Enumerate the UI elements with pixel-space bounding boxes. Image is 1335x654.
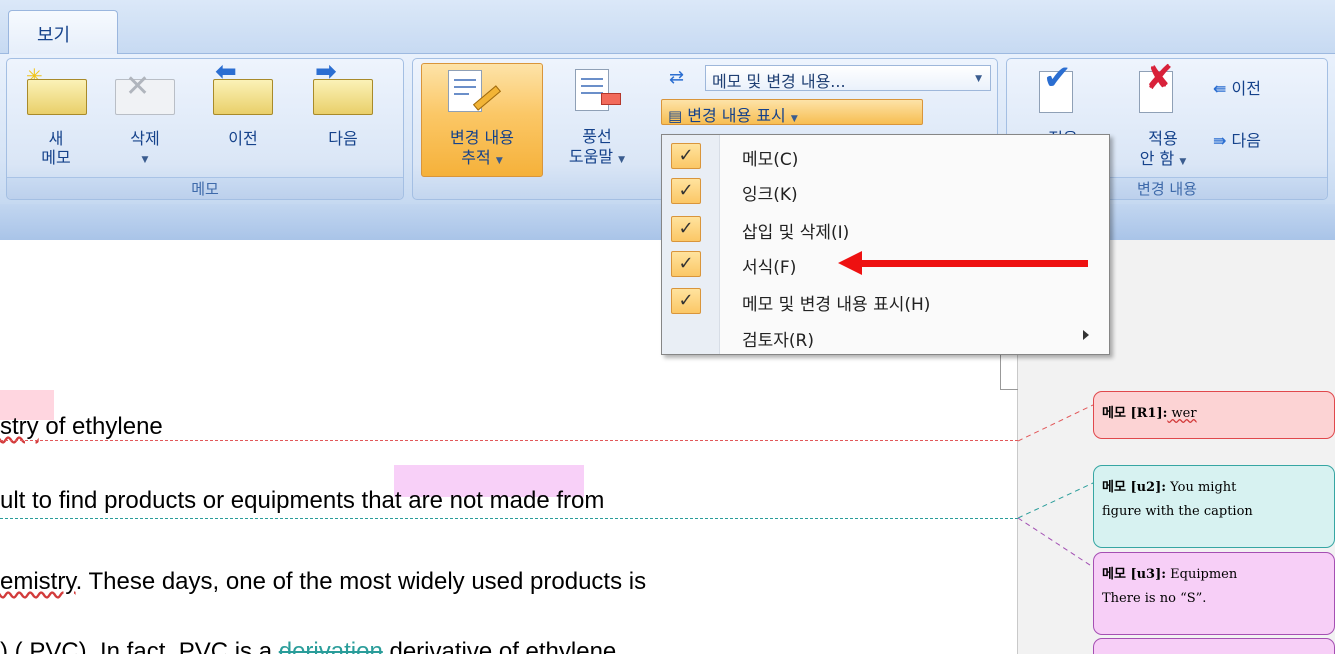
previous-memo-button[interactable]: ⬅ 이전 [203,59,283,167]
balloons-label-1: 풍선 [582,127,612,146]
doc-text: that are not made from [354,487,605,514]
deleted-text: derivation [278,638,383,654]
menu-item-label: 서식(F) [742,258,797,278]
balloon-marker-icon [601,93,621,105]
comment-tag: 메모 [u3]: [1102,567,1167,582]
display-for-review-combo[interactable]: 메모 및 변경 내용... ▼ [705,65,991,91]
chevron-down-icon: ▼ [141,155,149,165]
memo-group-label: 메모 [7,177,403,199]
ribbon-tab-bar: 보기 [0,0,1335,54]
comment-balloon-r1[interactable]: 메모 [R1]: wer [1093,391,1335,439]
menu-item-label: 메모(C) [742,150,799,170]
comment-text: Equipmen [1166,567,1238,582]
arrow-right-icon: ➡ [315,57,337,87]
doc-text: equipments [230,487,355,514]
new-memo-label-1: 새 [48,129,64,148]
doc-text: ) ( PVC). In fact, PVC is a [0,638,279,654]
reject-x-icon: ✘ [1145,58,1174,98]
track-changes-button[interactable]: 변경 내용 추적 ▼ [421,63,543,177]
checkmark-icon: ✓ [671,143,701,169]
word-window: 보기 ✳ 새 메모 ✕ 삭제 ▼ ⬅ 이전 ➡ 다음 메모 변경 내용 추적 ▼… [0,0,1335,654]
document-line-3: emistry. These days, one of the most wid… [0,568,646,596]
track-changes-label-1: 변경 내용 [450,128,514,147]
track-changes-label-2: 추적 [461,148,491,167]
comment-connectors-svg [1018,404,1094,568]
comment-text: figure with the caption [1102,504,1253,519]
checkmark-icon: ✓ [671,251,701,277]
next-memo-button[interactable]: ➡ 다음 [303,59,383,167]
chevron-down-icon: ▼ [618,155,626,165]
comment-text: wer [1167,406,1197,421]
comment-text: You might [1166,480,1237,495]
checkmark-icon: ✓ [671,178,701,204]
previous-change-button[interactable]: ⇚ 이전 [1213,79,1317,105]
document-line-1: stry of ethylene [0,413,163,441]
chevron-down-icon: ▼ [1179,157,1187,167]
doc-text: . These days, one of the most widely use… [75,568,647,595]
menu-item-label: 메모 및 변경 내용 표시(H) [742,295,931,315]
previous-memo-label: 이전 [228,129,258,148]
menu-item-reviewers[interactable]: 검토자(R) [662,322,1109,351]
comment-connector [0,440,1018,441]
previous-change-label: 이전 [1231,79,1261,98]
display-for-review-icon: ⇄ [669,67,685,88]
menu-item-markup-area-highlight[interactable]: ✓ 메모 및 변경 내용 표시(H) [662,286,1109,315]
menu-item-ink[interactable]: ✓ 잉크(K) [662,176,1109,205]
checkmark-icon: ✓ [671,288,701,314]
document-icon: ▤ [668,107,683,125]
annotation-arrow-head [838,251,862,275]
document-line-4: ) ( PVC). In fact, PVC is a derivation d… [0,638,616,654]
balloons-label-2: 도움말 [568,147,614,166]
balloons-button[interactable]: 풍선 도움말 ▼ [549,63,645,177]
next-change-icon: ⇛ [1213,131,1227,150]
tab-view[interactable]: 보기 [8,10,118,54]
comment-balloon-u3[interactable]: 메모 [u3]: Equipmen There is no “S”. [1093,552,1335,635]
comment-connector [0,518,1018,519]
memo-group: ✳ 새 메모 ✕ 삭제 ▼ ⬅ 이전 ➡ 다음 메모 [6,58,404,200]
menu-item-label: 잉크(K) [742,185,798,205]
delete-memo-label: 삭제 [130,129,160,148]
annotation-arrow [860,260,1088,267]
doc-text: of ethylene [38,413,163,440]
reject-label-2: 안 함 [1139,149,1175,168]
new-memo-label-2: 메모 [41,148,71,167]
doc-text: derivative of ethylene [382,638,617,654]
comment-balloon-u2[interactable]: 메모 [u2]: You might figure with the capti… [1093,465,1335,548]
new-memo-button[interactable]: ✳ 새 메모 [17,66,95,167]
doc-text: emistry [0,568,76,595]
show-markup-label: 변경 내용 표시 [687,106,786,125]
doc-text: stry [0,413,39,440]
previous-change-icon: ⇚ [1213,79,1227,98]
chevron-down-icon: ▼ [975,74,982,84]
next-memo-label: 다음 [328,129,358,148]
new-memo-icon [27,79,87,115]
comment-tag: 메모 [R1]: [1102,406,1168,421]
next-change-label: 다음 [1231,131,1261,150]
document-line-2: ult to find products or equipments that … [0,487,604,515]
comment-balloon-partial[interactable] [1093,638,1335,654]
checkmark-icon: ✔ [1043,58,1072,98]
comment-tag: 메모 [u2]: [1102,480,1167,495]
arrow-left-icon: ⬅ [215,57,237,87]
show-markup-menu: ✓ 메모(C) ✓ 잉크(K) ✓ 삽입 및 삭제(I) ✓ 서식(F) ✓ 메… [661,134,1110,355]
delete-memo-button[interactable]: ✕ 삭제 ▼ [105,67,185,167]
submenu-arrow-icon [1083,330,1089,340]
delete-x-icon: ✕ [125,69,151,104]
show-markup-button[interactable]: ▤ 변경 내용 표시 ▼ [661,99,923,125]
menu-item-comments[interactable]: ✓ 메모(C) [662,141,1109,170]
comment-text: There is no “S”. [1102,591,1207,606]
checkmark-icon: ✓ [671,216,701,242]
reject-label-1: 적용 [1148,129,1178,148]
menu-item-label: 삽입 및 삭제(I) [742,223,850,243]
doc-text: ult to find products or [0,487,231,514]
chevron-down-icon: ▼ [790,114,798,124]
display-combo-value: 메모 및 변경 내용... [712,72,846,91]
reject-button[interactable]: ✘ 적용 안 함 ▼ [1115,58,1211,173]
next-change-button[interactable]: ⇛ 다음 [1213,131,1317,157]
menu-item-insertions-deletions[interactable]: ✓ 삽입 및 삭제(I) [662,214,1109,243]
chevron-down-icon: ▼ [495,156,503,166]
menu-item-label: 검토자(R) [742,331,814,351]
